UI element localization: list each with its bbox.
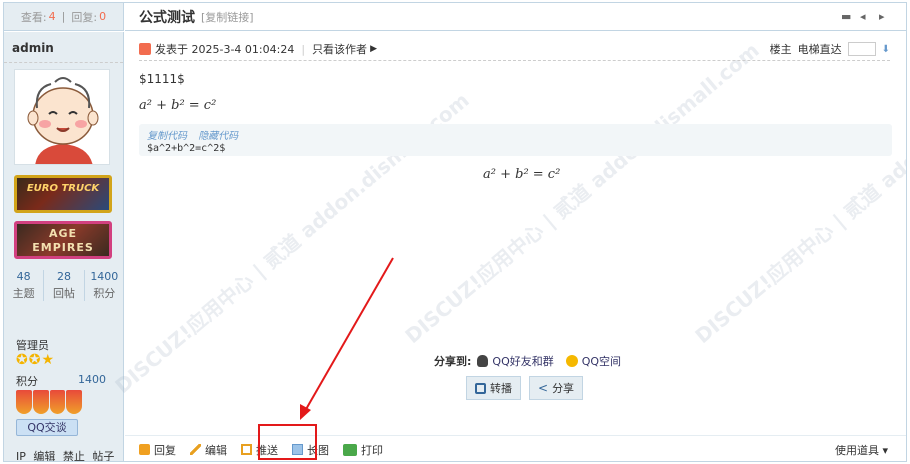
pencil-icon: [190, 444, 201, 455]
post-content: DISCUZ!应用中心 | 贰道 addon.dismall.com DISCU…: [110, 32, 906, 461]
share-label-btn: 分享: [552, 382, 575, 395]
thread-counts: 查看: 4 | 回复: 0: [4, 3, 124, 31]
prev-thread-icon[interactable]: ◂: [860, 11, 873, 22]
forward-button[interactable]: 转播: [466, 376, 521, 400]
share-label: 分享到:: [434, 355, 472, 368]
thread-title-bar: 公式测试 [复制链接] ▬ ◂ ▸: [125, 3, 906, 31]
qzone-icon: [565, 355, 578, 367]
print-label: 打印: [361, 443, 383, 457]
rank-stars-icon: ✪✪★: [16, 352, 56, 368]
print-icon[interactable]: ▬: [841, 11, 854, 22]
edit-button[interactable]: 编辑: [190, 442, 227, 458]
reply-button[interactable]: 回复: [139, 442, 176, 458]
author-sidebar: admin EURO TRUCK AGE EMPIRES 48 主题 28 回帖…: [4, 32, 124, 461]
stat-label: 主题: [12, 287, 35, 300]
code-block: 复制代码 隐藏代码 $a^2+b^2=c^2$: [139, 124, 892, 156]
stat-credits[interactable]: 1400 积分: [85, 270, 124, 301]
stat-value: 1400: [90, 270, 119, 283]
medals-icon[interactable]: [16, 390, 82, 414]
divider: [4, 62, 123, 63]
admin-link-ban[interactable]: 禁止: [63, 450, 85, 461]
forward-label: 转播: [490, 382, 512, 395]
thread-frame: 查看: 4 | 回复: 0 公式测试 [复制链接] ▬ ◂ ▸ admin EU…: [3, 2, 907, 462]
stat-value: 28: [56, 270, 71, 283]
jump-arrow-icon[interactable]: ⬇: [882, 44, 890, 55]
reply-icon: [139, 444, 150, 455]
edit-label: 编辑: [205, 443, 227, 457]
printer-icon: [343, 443, 357, 456]
stat-threads[interactable]: 48 主题: [4, 270, 45, 301]
admin-link-edit[interactable]: 编辑: [33, 450, 55, 461]
formula-rendered: a² + b² = c²: [139, 98, 217, 113]
copy-code-link[interactable]: 复制代码: [147, 131, 187, 142]
author-stats: 48 主题 28 回帖 1400 积分: [4, 270, 124, 301]
views-label: 查看:: [20, 10, 47, 24]
replies-label: 回复:: [71, 10, 98, 24]
use-tools-dropdown[interactable]: 使用道具 ▾: [835, 442, 888, 458]
post-action-bar: 回复 编辑 推送 长图 打印: [125, 435, 906, 461]
medal-card-age-empires: AGE EMPIRES: [14, 221, 112, 259]
credit-label: 积分: [16, 375, 38, 388]
stat-label: 积分: [93, 287, 116, 300]
counts-divider: |: [61, 10, 66, 23]
post-line: $1111$: [139, 72, 185, 86]
credit-value: 1400: [78, 373, 106, 386]
watermark: DISCUZ!应用中心 | 贰道 addon.dismall.com: [400, 37, 764, 349]
reply-label: 回复: [154, 443, 176, 457]
views-count: 4: [48, 10, 56, 23]
credit-row: 积分 1400: [16, 373, 106, 389]
admin-link-posts[interactable]: 帖子: [92, 450, 114, 461]
admin-links: IP 编辑 禁止 帖子 清理: [16, 448, 123, 461]
user-group[interactable]: 管理员: [16, 337, 49, 353]
qq-chat-button[interactable]: QQ交谈: [16, 419, 78, 436]
user-icon: [139, 43, 151, 55]
push-icon: [241, 444, 252, 455]
stat-posts[interactable]: 28 回帖: [44, 270, 85, 301]
code-text: $a^2+b^2=c^2$: [147, 143, 226, 154]
hide-code-link[interactable]: 隐藏代码: [198, 131, 238, 142]
divider: [139, 60, 890, 61]
forward-icon: [475, 382, 486, 394]
jump-label: 电梯直达: [797, 43, 842, 56]
card-text: EURO TRUCK: [26, 183, 100, 194]
copy-link-button[interactable]: [复制链接]: [201, 9, 254, 25]
print-button[interactable]: 打印: [343, 442, 383, 458]
stat-value: 48: [16, 270, 31, 283]
highlight-box: [258, 424, 317, 460]
avatar[interactable]: [14, 69, 110, 165]
only-author-link[interactable]: 只看该作者: [312, 41, 367, 57]
author-name[interactable]: admin: [12, 41, 54, 55]
medal-card-euro-truck: EURO TRUCK: [14, 175, 112, 213]
admin-link-ip[interactable]: IP: [16, 450, 26, 461]
caret-right-icon: ▶: [370, 44, 377, 54]
share-icon: <: [538, 381, 549, 395]
share-qzone-link[interactable]: QQ空间: [582, 353, 621, 369]
replies-count: 0: [99, 10, 107, 23]
next-thread-icon[interactable]: ▸: [879, 11, 892, 22]
share-button[interactable]: < 分享: [529, 376, 584, 400]
floor-nav: 楼主 电梯直达 ⬇: [770, 41, 890, 57]
card-text: AGE EMPIRES: [32, 227, 94, 254]
page-title: 公式测试: [139, 9, 195, 26]
post-meta: 发表于 2025-3-4 01:04:24 | 只看该作者 ▶: [139, 41, 377, 57]
qq-icon: [477, 355, 489, 367]
floor-label: 楼主: [769, 43, 792, 56]
posted-prefix: 发表于: [155, 43, 188, 56]
avatar-image: [15, 70, 109, 164]
floor-jump-input[interactable]: [847, 42, 876, 56]
stat-label: 回帖: [52, 287, 75, 300]
share-qq-link[interactable]: QQ好友和群: [492, 353, 553, 369]
share-buttons: 转播 < 分享: [466, 376, 584, 400]
formula-rendered-centered: a² + b² = c²: [483, 167, 561, 182]
posted-time: 2025-3-4 01:04:24: [191, 42, 295, 56]
share-row: 分享到: QQ好友和群 QQ空间: [434, 353, 621, 369]
